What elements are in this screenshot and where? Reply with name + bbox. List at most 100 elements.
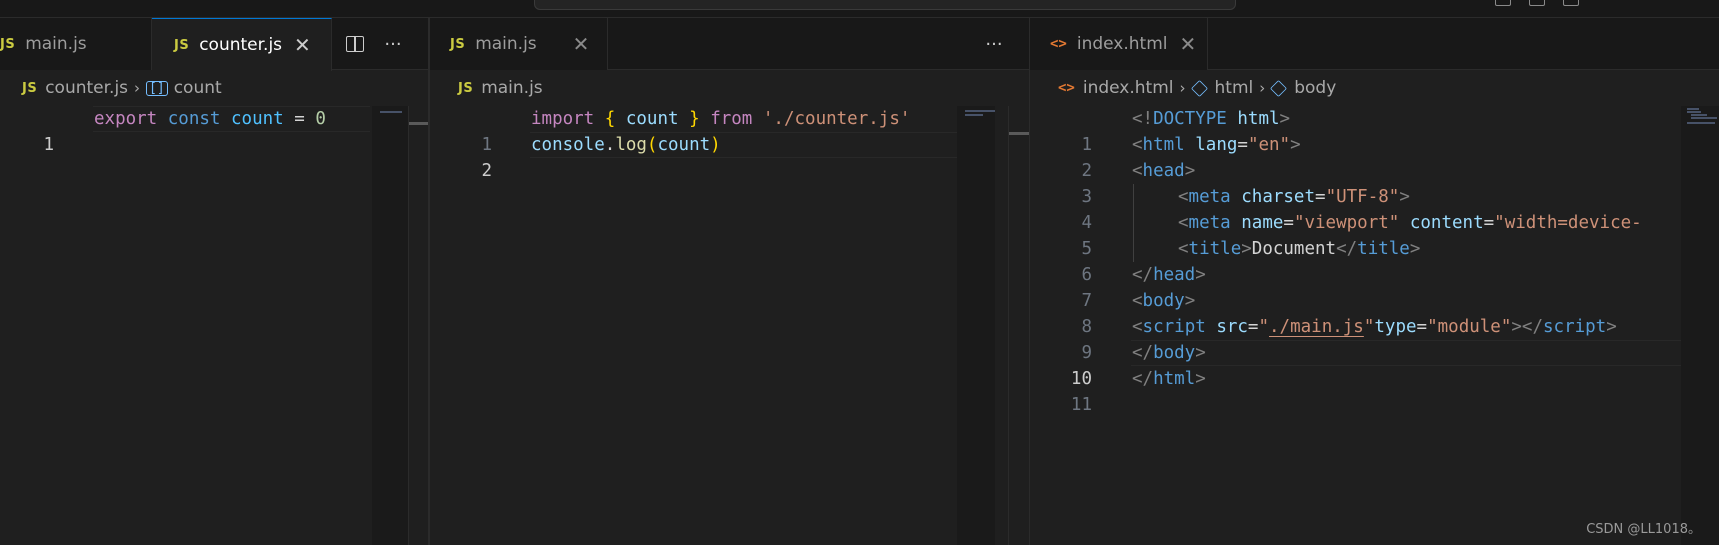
split-editor-button[interactable] [338,18,372,70]
token: > [1184,291,1196,311]
token: content [1409,213,1484,233]
toggle-panel-icon[interactable] [1495,0,1511,6]
token: name [1241,213,1284,233]
code-text: </head> [1132,262,1206,288]
tab-label: main.js [25,34,87,54]
js-file-icon: JS [0,36,16,52]
token: < [1132,135,1143,155]
token: ></ [1511,317,1543,337]
minimap[interactable] [1681,106,1719,545]
code-text: console.log(count) [531,132,721,158]
minimap[interactable] [957,106,995,545]
code-text: <body> [1132,288,1195,314]
tab-main-js[interactable]: JS main.js ✕ [430,18,608,70]
command-center-search[interactable] [534,0,1236,10]
token: < [1132,291,1143,311]
token: DOCTYPE [1153,109,1227,129]
token: log [615,135,647,155]
token: = [1237,135,1248,155]
toggle-sidebar-icon[interactable] [1529,0,1545,6]
scrollbar-thumb[interactable] [409,122,428,125]
close-icon[interactable]: ✕ [573,34,590,54]
more-actions-button[interactable]: ··· [376,18,410,70]
vertical-scrollbar[interactable] [1008,106,1029,545]
token: = [1247,317,1259,337]
token: > [1409,239,1421,259]
watermark: CSDN @LL1018。 [1586,522,1701,537]
layout-controls [1495,0,1579,6]
token: <! [1132,109,1154,129]
tab-bar: JS main.js ✕ ··· [430,18,1029,70]
tab-bar: JS main.js JS counter.js ✕ ··· [0,18,428,71]
token: = [1315,187,1326,207]
token: head [1153,265,1196,285]
tab-main-js[interactable]: JS main.js [0,18,152,70]
token: ) [710,135,721,155]
editor-group-1: JS main.js JS counter.js ✕ ··· JS counte… [0,18,428,545]
chevron-right-icon: › [1179,79,1186,97]
breadcrumb-html[interactable]: html [1215,78,1254,98]
code-text: import { count } from './counter.js' [531,106,910,132]
code-line: 2 console.log(count) [430,132,1029,181]
more-icon: ··· [384,33,402,55]
code-editor[interactable]: 1 import { count } from './counter.js' 2… [430,106,1029,545]
token: > [1606,317,1617,337]
token: Document [1251,239,1337,259]
js-file-icon: JS [458,80,474,96]
toggle-secondary-sidebar-icon[interactable] [1563,0,1579,6]
file-link[interactable]: ./main.js [1269,317,1364,337]
editor-group-2: JS main.js ✕ ··· JS main.js 1 import { c… [430,18,1029,545]
breadcrumb-file[interactable]: index.html [1083,78,1174,98]
code-text: <meta charset="UTF-8"> [1178,184,1410,210]
more-actions-button[interactable]: ··· [977,18,1011,70]
code-text: export const count = 0 [94,106,326,132]
chevron-right-icon: › [134,79,141,97]
vertical-scrollbar[interactable] [408,106,428,545]
token: </ [1336,239,1358,259]
token: "module" [1427,317,1512,337]
token: = [1483,213,1495,233]
token: < [1132,317,1143,337]
token: . [604,135,616,155]
token: = [1283,213,1294,233]
code-line: 2 <html lang="en"> [1030,132,1719,181]
line-number: 11 [1070,395,1092,415]
breadcrumb-file[interactable]: counter.js [45,78,128,98]
breadcrumb-file[interactable]: main.js [481,78,542,98]
tab-label: main.js [475,34,537,54]
split-editor-icon [346,36,364,52]
code-line: 5 <meta name="viewport" content="width=d… [1030,210,1719,259]
close-icon[interactable]: ✕ [1180,34,1197,54]
token: > [1399,187,1410,207]
token: } [689,109,700,129]
token: meta [1188,187,1231,207]
tab-counter-js[interactable]: JS counter.js ✕ [152,18,332,71]
tab-index-html[interactable]: <> index.html ✕ [1030,18,1208,70]
js-file-icon: JS [22,80,38,96]
breadcrumb-body[interactable]: body [1294,78,1336,98]
more-icon: ··· [985,33,1003,55]
token: > [1241,239,1252,259]
token: title [1188,239,1242,259]
minimap-line [380,111,402,113]
breadcrumb-symbol[interactable]: count [174,78,222,98]
minimap-line [1691,114,1707,116]
token: charset [1241,187,1316,207]
token: count [625,109,679,129]
token: src [1216,317,1248,337]
scrollbar-thumb[interactable] [1009,132,1029,135]
token: type [1374,317,1417,337]
line-number: 1 [43,135,54,155]
token: html [1153,369,1196,389]
code-editor[interactable]: 1 export const count = 0 [0,106,428,545]
token: meta [1188,213,1231,233]
code-text: <title>Document</title> [1178,236,1420,262]
close-icon[interactable]: ✕ [294,35,311,55]
js-file-icon: JS [450,36,466,52]
token: './counter.js' [762,109,911,129]
token: = [294,109,305,129]
token: head [1142,161,1185,181]
code-editor[interactable]: 1 <!DOCTYPE html> 2 <html lang="en"> 3 <… [1030,106,1719,545]
minimap[interactable] [372,106,408,545]
token: > [1195,265,1206,285]
